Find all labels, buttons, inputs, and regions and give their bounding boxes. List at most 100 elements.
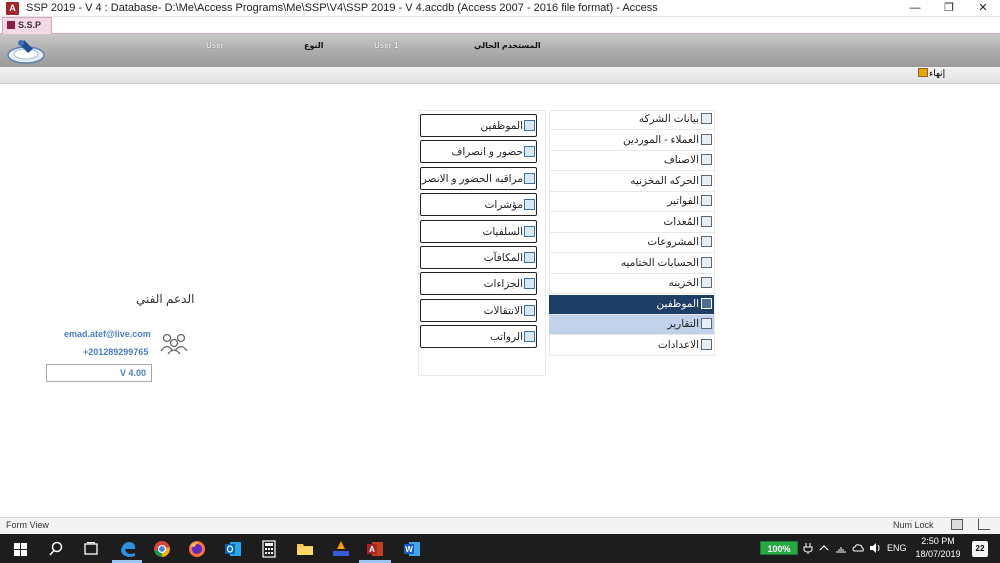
- calculator-icon[interactable]: [258, 538, 280, 560]
- main-menu-item-label: التقارير: [667, 318, 699, 330]
- submenu-button[interactable]: مؤشرات: [420, 193, 537, 217]
- header-band: [0, 34, 1000, 67]
- employee-form-icon: [524, 172, 535, 184]
- submenu-button-label: حضور و انصراف: [451, 146, 523, 159]
- submenu-button-label: الرواتب: [489, 331, 523, 344]
- installer-tool-icon[interactable]: [330, 538, 352, 560]
- toolbar-strip: [0, 67, 1000, 84]
- input-language[interactable]: ENG: [887, 543, 907, 553]
- employees-icon: [701, 297, 712, 309]
- main-menu-item[interactable]: التقارير: [549, 315, 714, 335]
- version-field: V 4.00: [46, 364, 152, 382]
- layout-view-icon[interactable]: [978, 519, 990, 530]
- windows-start-icon[interactable]: [10, 538, 32, 560]
- word-app-icon[interactable]: W: [401, 538, 423, 560]
- submenu-button[interactable]: الرواتب: [420, 325, 537, 349]
- submenu-button[interactable]: الموظفين: [420, 114, 537, 137]
- file-explorer-icon[interactable]: [294, 538, 316, 560]
- svg-text:A: A: [369, 545, 375, 554]
- form-icon: [7, 21, 15, 29]
- submenu-button-label: السلفيات: [482, 225, 523, 238]
- main-menu-item[interactable]: المُعدات: [549, 213, 714, 233]
- maximize-button[interactable]: ❐: [932, 0, 966, 17]
- list-icon: [701, 154, 712, 165]
- employee-form-icon: [524, 278, 535, 290]
- clock-date[interactable]: 18/07/2019: [913, 549, 963, 559]
- main-menu-item-label: الفواتير: [667, 195, 699, 207]
- header-user-type-value: User: [206, 41, 224, 50]
- app-logo-icon: [7, 40, 45, 64]
- main-menu-item-label: الحسابات الختاميه: [620, 256, 699, 269]
- taskbar: [0, 534, 1000, 563]
- main-menu-item-label: الاصناف: [663, 154, 699, 166]
- chrome-browser-icon[interactable]: [151, 538, 173, 560]
- exit-icon: [918, 68, 928, 77]
- employee-form-icon: [524, 146, 535, 158]
- main-menu-item[interactable]: الاصناف: [549, 151, 714, 171]
- tools-icon: [701, 338, 712, 350]
- volume-icon[interactable]: [869, 542, 881, 554]
- access-app-taskbar-icon[interactable]: A: [364, 538, 386, 560]
- main-menu-item[interactable]: الخزينه: [549, 274, 714, 294]
- outlook-icon[interactable]: [222, 538, 244, 560]
- main-menu-item-label: الخزينه: [668, 277, 699, 289]
- submenu-button-label: الانتقالات: [483, 304, 523, 317]
- close-button[interactable]: ✕: [966, 0, 1000, 17]
- main-menu-item[interactable]: الفواتير: [549, 192, 714, 212]
- main-menu-item-label: العملاء - الموردين: [622, 133, 699, 146]
- firefox-browser-icon[interactable]: [186, 538, 208, 560]
- notifications-button[interactable]: 22: [972, 541, 988, 557]
- edge-browser-icon[interactable]: [117, 538, 139, 560]
- home-icon: [701, 236, 712, 247]
- submenu-button[interactable]: حضور و انصراف: [420, 140, 537, 164]
- window-title: SSP 2019 - V 4 : Database- D:\Me\Access …: [26, 2, 658, 14]
- team-icon: [160, 333, 188, 355]
- access-app-icon[interactable]: A: [6, 2, 19, 15]
- tab-ssp[interactable]: S.S.P: [2, 17, 52, 34]
- submenu-button[interactable]: الجزاءات: [420, 272, 537, 296]
- invoice-icon: [701, 195, 712, 206]
- submenu-button-label: المكافآت: [483, 252, 523, 264]
- main-menu-item[interactable]: العملاء - الموردين: [549, 131, 714, 151]
- submenu-button[interactable]: السلفيات: [420, 219, 537, 243]
- main-menu-item-label: الحركه المخزنيه: [630, 174, 699, 187]
- header-current-user-label: المستخدم الحالي: [474, 41, 541, 50]
- grid-icon: [701, 113, 712, 124]
- employee-form-icon: [524, 225, 535, 237]
- logout-button[interactable]: إنهاء: [918, 68, 956, 82]
- minimize-button[interactable]: —: [898, 0, 932, 17]
- submenu-button-label: مؤشرات: [484, 199, 523, 212]
- header-current-user-value: User 1: [374, 41, 399, 50]
- main-menu-item-label: الموظفين: [656, 297, 699, 310]
- employee-form-icon: [524, 331, 535, 343]
- search-icon[interactable]: [45, 538, 67, 560]
- chevron-up-icon[interactable]: [818, 542, 830, 554]
- main-menu-item[interactable]: بيانات الشركه: [549, 110, 714, 130]
- chart-icon: [701, 318, 712, 329]
- employee-form-icon: [524, 252, 535, 263]
- clock-time[interactable]: 2:50 PM: [915, 536, 961, 546]
- submenu-button-label: الجزاءات: [483, 278, 523, 291]
- battery-indicator[interactable]: 100%: [760, 541, 798, 555]
- network-icon[interactable]: [835, 542, 847, 554]
- submenu-button-label: الموظفين: [480, 120, 523, 132]
- main-menu-item[interactable]: الحركه المخزنيه: [549, 172, 714, 192]
- task-view-icon[interactable]: [80, 538, 102, 560]
- submenu-button[interactable]: الانتقالات: [420, 298, 537, 322]
- form-view-icon[interactable]: [951, 519, 963, 530]
- warehouse-icon: [701, 174, 712, 186]
- header-type-label: النوع: [304, 41, 324, 50]
- status-bar: [0, 517, 1000, 534]
- pin-icon: [701, 277, 712, 288]
- document-tab-strip: [0, 17, 1000, 34]
- main-menu-item[interactable]: الحسابات الختاميه: [549, 254, 714, 274]
- support-email-link[interactable]: emad.atef@live.com: [64, 329, 151, 339]
- submenu-button[interactable]: مراقبه الحضور و الانصراف: [420, 166, 537, 190]
- main-menu-item[interactable]: الاعدادات: [549, 336, 714, 356]
- cloud-icon[interactable]: [852, 542, 864, 554]
- main-menu-item[interactable]: الموظفين: [549, 294, 714, 315]
- power-plug-icon[interactable]: [802, 542, 814, 554]
- main-menu-item-label: بيانات الشركه: [638, 113, 699, 125]
- main-menu-item[interactable]: المشروعات: [549, 233, 714, 253]
- submenu-button[interactable]: المكافآت: [420, 246, 537, 269]
